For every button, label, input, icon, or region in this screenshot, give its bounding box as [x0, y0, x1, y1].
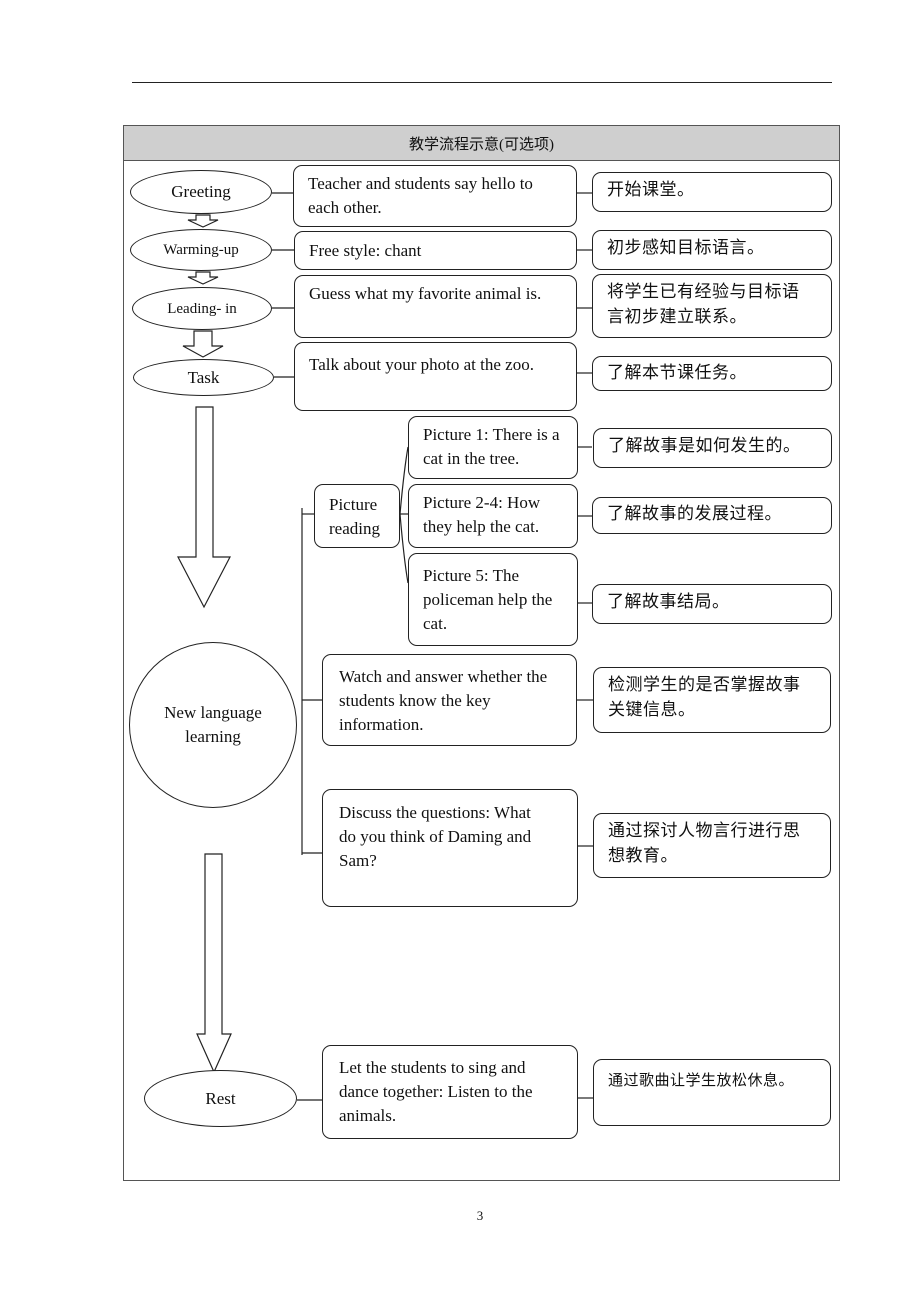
stage-task: Task	[133, 359, 274, 396]
stage-label: New language learning	[164, 703, 262, 746]
stage-greeting: Greeting	[130, 170, 272, 214]
stage-leading-in: Leading- in	[132, 287, 272, 330]
stage-label: Leading- in	[167, 300, 237, 317]
purpose-discuss: 通过探讨人物言行进行思想教育。	[593, 813, 831, 878]
activity-rest: Let the students to sing and dance toget…	[322, 1045, 578, 1139]
activity-picture-2-4: Picture 2-4: How they help the cat.	[408, 484, 578, 548]
purpose-greeting: 开始课堂。	[592, 172, 832, 212]
arrow-down-icon	[177, 406, 231, 609]
activity-leading-in: Guess what my favorite animal is.	[294, 275, 577, 338]
activity-watch-answer: Watch and answer whether the students kn…	[322, 654, 577, 746]
stage-label: Rest	[205, 1088, 236, 1108]
activity-picture-1: Picture 1: There is a cat in the tree.	[408, 416, 578, 479]
purpose-rest: 通过歌曲让学生放松休息。	[593, 1059, 831, 1126]
purpose-picture-5: 了解故事结局。	[592, 584, 832, 624]
activity-discuss: Discuss the questions: What do you think…	[322, 789, 578, 907]
arrow-down-icon	[196, 853, 232, 1074]
page-number: 3	[476, 1208, 484, 1223]
purpose-warming-up: 初步感知目标语言。	[592, 230, 832, 270]
purpose-leading-in: 将学生已有经验与目标语言初步建立联系。	[592, 274, 832, 338]
stage-label: Warming-up	[163, 242, 239, 258]
activity-picture-reading: Picture reading	[314, 484, 400, 548]
arrow-down-icon	[187, 271, 219, 285]
purpose-picture-2-4: 了解故事的发展过程。	[592, 497, 832, 534]
stage-new-language-learning: New language learning	[129, 642, 297, 808]
stage-label: Greeting	[171, 182, 231, 201]
activity-greeting: Teacher and students say hello to each o…	[293, 165, 577, 227]
activity-task: Talk about your photo at the zoo.	[294, 342, 577, 411]
arrow-down-icon	[182, 330, 224, 358]
purpose-watch-answer: 检测学生的是否掌握故事关键信息。	[593, 667, 831, 733]
activity-picture-5: Picture 5: The policeman help the cat.	[408, 553, 578, 646]
activity-warming-up: Free style: chant	[294, 231, 577, 270]
stage-warming-up: Warming-up	[130, 229, 272, 271]
purpose-task: 了解本节课任务。	[592, 356, 832, 391]
purpose-picture-1: 了解故事是如何发生的。	[593, 428, 832, 468]
stage-rest: Rest	[144, 1070, 297, 1127]
arrow-down-icon	[187, 214, 219, 228]
stage-label: Task	[187, 367, 220, 387]
